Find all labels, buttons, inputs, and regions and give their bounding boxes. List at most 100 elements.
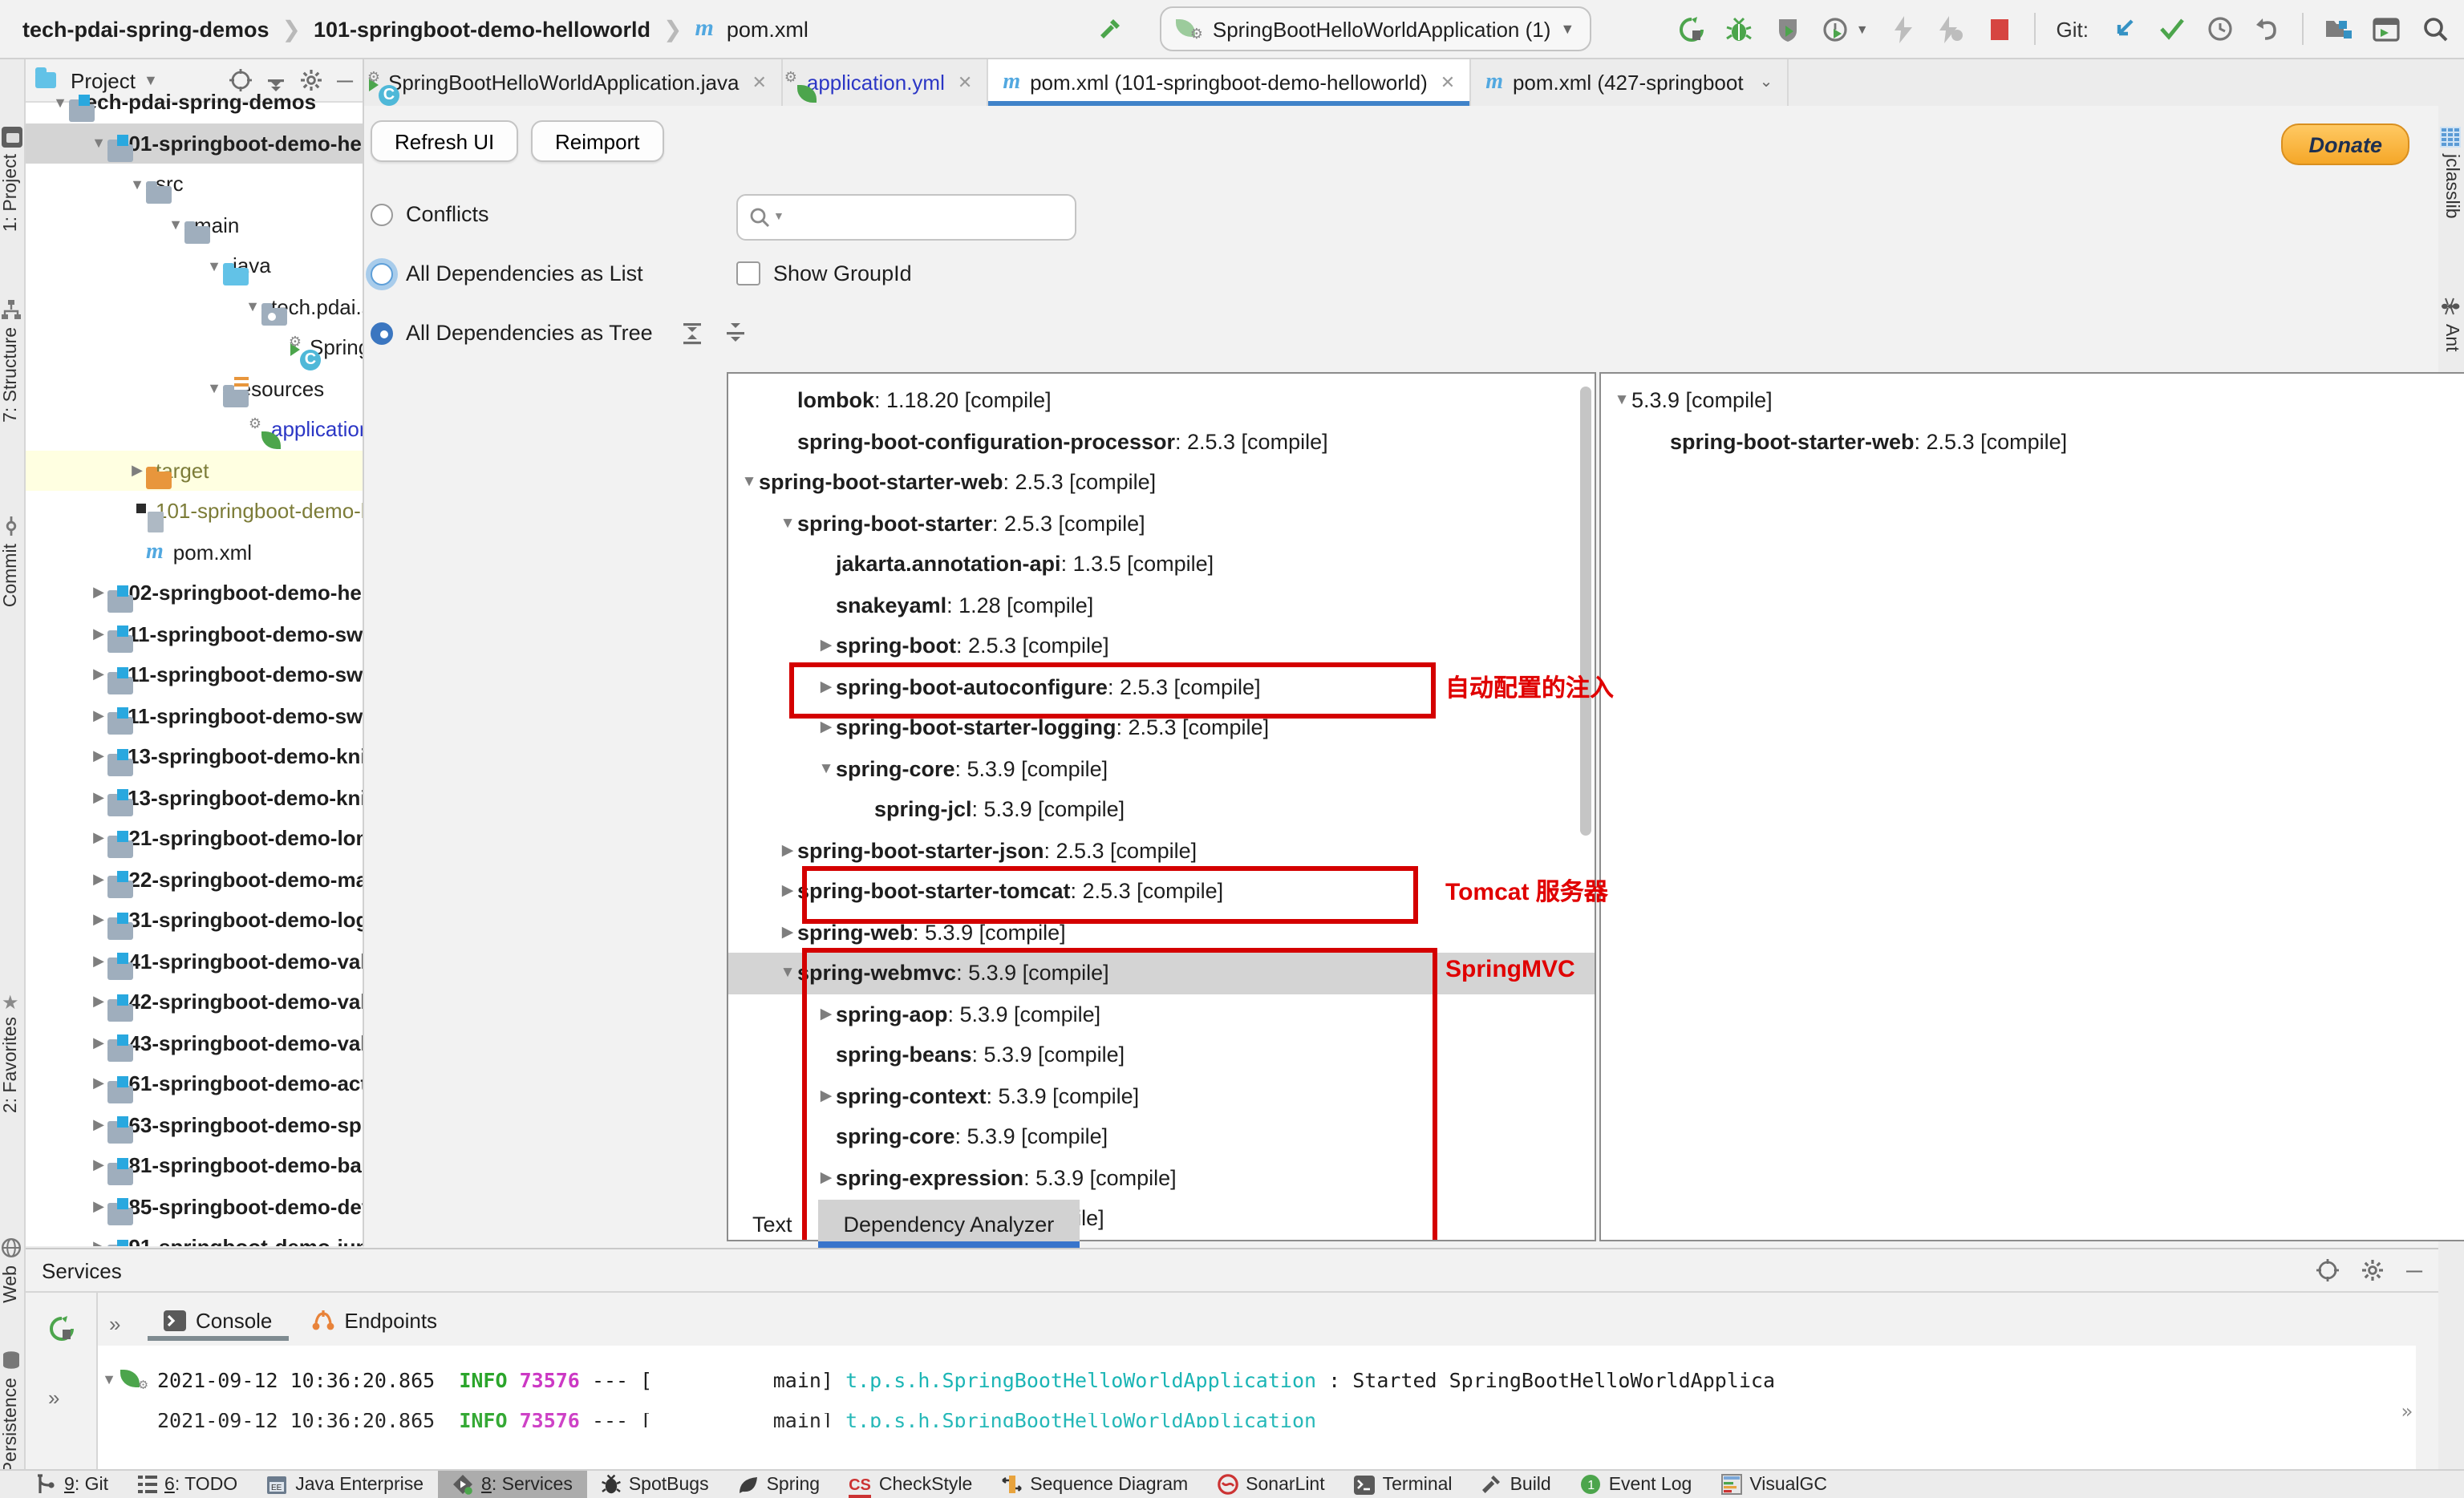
close-icon[interactable]: ✕ bbox=[1441, 72, 1455, 93]
project-tree-row[interactable]: ▼tech-pdai-spring-demos bbox=[26, 82, 363, 123]
diff-icon[interactable] bbox=[2324, 15, 2352, 43]
project-tree-row[interactable]: ▶111-springboot-demo-swagger-v2 bbox=[26, 613, 363, 654]
tree-toggle-icon[interactable]: ▶ bbox=[90, 789, 107, 807]
dependency-row[interactable]: spring-beans : 5.3.9 [compile] bbox=[728, 1034, 1595, 1075]
statusbar-item-terminal[interactable]: Terminal bbox=[1339, 1471, 1467, 1498]
project-tree-row[interactable]: ⚙application.yml bbox=[26, 409, 363, 450]
more-chevrons-icon[interactable]: » bbox=[48, 1386, 59, 1410]
coverage-icon[interactable] bbox=[1774, 15, 1801, 43]
project-icon[interactable] bbox=[2, 127, 22, 148]
tree-toggle-icon[interactable]: ▶ bbox=[90, 871, 107, 889]
run-configuration-select[interactable]: ⚙ SpringBootHelloWorldApplication (1) ▼ bbox=[1160, 6, 1591, 51]
tree-toggle-icon[interactable]: ▶ bbox=[90, 585, 107, 602]
tree-toggle-icon[interactable]: ▶ bbox=[90, 666, 107, 684]
conflicts-radio[interactable] bbox=[371, 203, 393, 225]
triangle-down-icon[interactable]: ▼ bbox=[98, 1371, 120, 1387]
statusbar-item-spring[interactable]: Spring bbox=[723, 1471, 835, 1498]
dependency-row[interactable]: ▼spring-core : 5.3.9 [compile] bbox=[728, 748, 1595, 789]
project-tree-row[interactable]: ▼101-springboot-demo-helloworld bbox=[26, 123, 363, 164]
statusbar-item-todo[interactable]: 6: TODO bbox=[123, 1471, 252, 1498]
stop-icon[interactable] bbox=[1986, 15, 2013, 43]
tree-toggle-icon[interactable]: ▶ bbox=[817, 1006, 836, 1023]
editor-tab-1[interactable]: C⚙SpringBootHelloWorldApplication.java✕ bbox=[364, 59, 783, 106]
list-radio[interactable] bbox=[371, 262, 393, 285]
tree-toggle-icon[interactable]: ▶ bbox=[90, 748, 107, 766]
stripe-button-jclasslib[interactable]: jclasslib bbox=[2442, 154, 2461, 219]
statusbar-item-checkstyle[interactable]: CSCheckStyle bbox=[834, 1471, 987, 1498]
statusbar-item-git[interactable]: 9: Git bbox=[22, 1471, 123, 1498]
git-update-icon[interactable] bbox=[2109, 15, 2137, 43]
tree-toggle-icon[interactable]: ▼ bbox=[740, 474, 759, 492]
dependency-row[interactable]: ▶spring-boot : 2.5.3 [compile] bbox=[728, 626, 1595, 666]
tree-toggle-icon[interactable]: ▶ bbox=[90, 1075, 107, 1093]
tree-toggle-icon[interactable]: ▶ bbox=[90, 830, 107, 848]
donate-button[interactable]: Donate bbox=[2281, 123, 2409, 165]
editor-tab-2[interactable]: ⚙application.yml✕ bbox=[783, 59, 988, 106]
project-tree-row[interactable]: ▶111-springboot-demo-swagger-v3-openapi bbox=[26, 695, 363, 736]
close-icon[interactable]: ✕ bbox=[958, 72, 972, 93]
tree-toggle-icon[interactable]: ▼ bbox=[778, 965, 797, 982]
ant-icon[interactable] bbox=[2440, 297, 2461, 318]
dependency-row[interactable]: lombok : 1.18.20 [compile] bbox=[728, 380, 1595, 421]
project-tree-row[interactable]: ▶161-springboot-demo-actuator bbox=[26, 1063, 363, 1104]
project-tree-row[interactable]: ▶113-springboot-demo-knife4j-v2 bbox=[26, 736, 363, 777]
project-tree-row[interactable]: ▶target bbox=[26, 450, 363, 491]
tree-toggle-icon[interactable]: ▼ bbox=[205, 381, 223, 397]
collapse-all-icon[interactable] bbox=[725, 322, 746, 344]
tree-toggle-icon[interactable]: ▼ bbox=[778, 515, 797, 532]
tree-toggle-icon[interactable]: ▶ bbox=[90, 1116, 107, 1134]
more-chevrons-icon[interactable]: » bbox=[2401, 1400, 2413, 1423]
statusbar-item-build[interactable]: Build bbox=[1467, 1471, 1566, 1498]
project-tree-row[interactable]: ▶143-springboot-demo-validation-i18n bbox=[26, 1022, 363, 1063]
project-tree-row[interactable]: ▶191-springboot-demo-junit-v4 bbox=[26, 1227, 363, 1246]
search-everywhere-icon[interactable] bbox=[2421, 15, 2448, 43]
reimport-button[interactable]: Reimport bbox=[531, 120, 664, 162]
dependency-row[interactable]: spring-boot-starter-web : 2.5.3 [compile… bbox=[1601, 421, 2464, 462]
project-tree-row[interactable]: ▼main bbox=[26, 204, 363, 245]
stripe-button-commit[interactable]: Commit bbox=[2, 544, 21, 607]
console-output[interactable]: ▼ ⚙ 2021-09-12 10:36:20.865 INFO 73576 -… bbox=[98, 1346, 2416, 1474]
tree-toggle-icon[interactable]: ▶ bbox=[90, 707, 107, 725]
rollback-icon[interactable] bbox=[2254, 15, 2281, 43]
tree-toggle-icon[interactable]: ▼ bbox=[244, 299, 261, 315]
tree-toggle-icon[interactable]: ▶ bbox=[817, 678, 836, 696]
dependency-row[interactable]: ▶spring-expression : 5.3.9 [compile] bbox=[728, 1157, 1595, 1198]
chevron-down-icon[interactable]: ▼ bbox=[1856, 22, 1869, 36]
stripe-button-1-project[interactable]: 1: Project bbox=[2, 154, 21, 232]
statusbar-item-sequence-diagram[interactable]: Sequence Diagram bbox=[987, 1471, 1202, 1498]
tree-toggle-icon[interactable]: ▶ bbox=[817, 719, 836, 737]
commit-icon[interactable] bbox=[2, 516, 22, 537]
project-tree-row[interactable]: ▶163-springboot-demo-springboot-admin bbox=[26, 1104, 363, 1145]
tree-toggle-icon[interactable]: ▶ bbox=[90, 1034, 107, 1052]
tree-toggle-icon[interactable]: ▶ bbox=[90, 1198, 107, 1216]
project-tree-row[interactable]: ▶142-springboot-demo-validation-exceptio… bbox=[26, 982, 363, 1022]
project-tree-row[interactable]: ▼java bbox=[26, 245, 363, 286]
stripe-button-persistence[interactable]: Persistence bbox=[2, 1378, 21, 1474]
services-tab-endpoints[interactable]: Endpoints bbox=[294, 1299, 453, 1341]
breadcrumb-file[interactable]: pom.xml bbox=[727, 17, 808, 41]
analyzer-tab-text[interactable]: Text bbox=[727, 1200, 818, 1248]
tree-toggle-icon[interactable]: ▼ bbox=[90, 136, 107, 152]
tree-toggle-icon[interactable]: ▶ bbox=[817, 1087, 836, 1105]
project-tree-row[interactable]: ▶113-springboot-demo-knife4j-v3 bbox=[26, 777, 363, 818]
globe-icon[interactable] bbox=[2, 1238, 22, 1259]
rerun-icon[interactable] bbox=[48, 1315, 75, 1342]
project-tree-row[interactable]: ▶102-springboot-demo-helloworld-mvc bbox=[26, 573, 363, 613]
stripe-button-2-favorites[interactable]: 2: Favorites bbox=[2, 1017, 21, 1113]
close-icon[interactable]: ✕ bbox=[752, 72, 766, 93]
tree-toggle-icon[interactable]: ▼ bbox=[205, 258, 223, 274]
statusbar-item-sonarlint[interactable]: SonarLint bbox=[1202, 1471, 1339, 1498]
history-icon[interactable] bbox=[2206, 15, 2233, 43]
dependency-row[interactable]: spring-boot-configuration-processor : 2.… bbox=[728, 421, 1595, 462]
project-tree-row[interactable]: ▶122-springboot-demo-mapstruct bbox=[26, 859, 363, 900]
dependency-row[interactable]: spring-jcl : 5.3.9 [compile] bbox=[728, 789, 1595, 830]
tree-toggle-icon[interactable]: ▶ bbox=[778, 842, 797, 860]
stripe-button-7-structure[interactable]: 7: Structure bbox=[2, 327, 21, 423]
project-tree-row[interactable]: ▶111-springboot-demo-swagger-v2-bootstra bbox=[26, 654, 363, 695]
dependency-row[interactable]: ▶spring-aop : 5.3.9 [compile] bbox=[728, 994, 1595, 1034]
project-tree-row[interactable]: C⚙SpringBootHelloWorldApplicati bbox=[26, 327, 363, 368]
project-tree-row[interactable]: mpom.xml bbox=[26, 532, 363, 573]
search-field[interactable]: ▼ bbox=[736, 194, 1076, 241]
project-tree-row[interactable]: ▶185-springboot-demo-devtools bbox=[26, 1186, 363, 1227]
refresh-ui-button[interactable]: Refresh UI bbox=[371, 120, 518, 162]
